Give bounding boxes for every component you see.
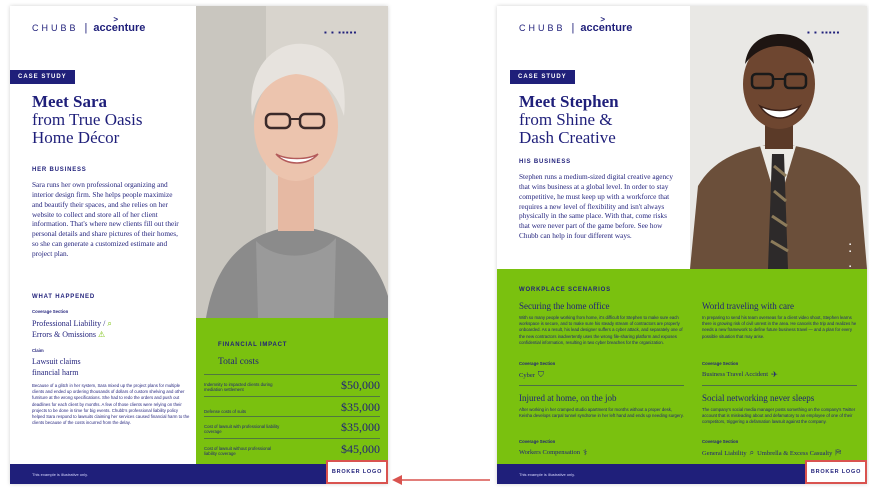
footer-note: This example is illustrative only. xyxy=(519,472,575,477)
claim-value: Lawsuit claims financial harm xyxy=(32,357,81,377)
his-business-text: Stephen runs a medium-sized digital crea… xyxy=(519,172,673,241)
coverage-section-label: Coverage Section xyxy=(32,309,69,314)
workplace-scenarios-label: WORKPLACE SCENARIOS xyxy=(519,287,611,293)
shield-icon: ⛉ xyxy=(537,370,544,379)
search-icon: ⌕ xyxy=(107,319,112,328)
sara-portrait-illustration xyxy=(196,6,388,318)
logo-separator: | xyxy=(571,22,575,34)
page-nav-dots: ▪ ▪ ▪▪▪▪▪ xyxy=(324,28,358,37)
scenario-body: The company's social media manager posts… xyxy=(702,407,856,425)
brand-logos: CHUBB | accenture > xyxy=(32,15,146,34)
her-business-text: Sara runs her own professional organizin… xyxy=(32,180,179,258)
scenario-coverage: Business Travel Accident ✈ xyxy=(702,370,778,379)
case-study-sara-page: CHUBB | accenture > CASE STUDY Meet Sara … xyxy=(10,6,388,484)
footer-note: This example is illustrative only. xyxy=(32,472,88,477)
page-nav-dots: ▪ ▪ ▪▪▪▪▪ xyxy=(807,28,841,37)
total-costs-heading: Total costs xyxy=(218,357,259,367)
story-text: Because of a glitch in her system, Sara … xyxy=(32,383,190,426)
scenario-title: Injured at home, on the job xyxy=(519,393,617,403)
stephen-photo xyxy=(690,6,867,269)
stephen-portrait-illustration xyxy=(690,6,867,269)
page-title: Meet Sara from True Oasis Home Décor xyxy=(32,92,143,147)
scenario-title: World traveling with care xyxy=(702,301,794,311)
scenario-body: After working in her cramped studio apar… xyxy=(519,407,684,419)
warning-icon: ⚠ xyxy=(98,329,106,339)
financial-impact-panel: FINANCIAL IMPACT Total costs Indemnity t… xyxy=(196,318,388,464)
coverage-value: Professional Liability / ⌕ Errors & Omis… xyxy=(32,319,112,339)
coverage-section-label: Coverage Section xyxy=(702,361,739,366)
coverage-section-label: Coverage Section xyxy=(519,439,556,444)
divider xyxy=(702,385,857,386)
coverage-section-label: Coverage Section xyxy=(519,361,556,366)
financial-row: Cost of lawsuit with professional liabil… xyxy=(204,416,380,435)
coverage-section-label: Coverage Section xyxy=(702,439,739,444)
case-study-badge: CASE STUDY xyxy=(10,70,75,84)
bookmark-icon: ⛿ xyxy=(835,448,842,457)
her-business-label: HER BUSINESS xyxy=(32,167,87,173)
scenario-coverage: Workers Compensation ⚕ xyxy=(519,448,588,457)
divider xyxy=(519,385,684,386)
search-icon: ⌕ xyxy=(749,448,755,457)
what-happened-label: WHAT HAPPENED xyxy=(32,294,95,300)
plane-icon: ✈ xyxy=(771,370,778,379)
financial-row: Defense costs of suits $35,000 xyxy=(204,396,380,415)
chubb-logo: CHUBB xyxy=(32,23,79,33)
accenture-logo: accenture > xyxy=(93,15,146,34)
broker-logo-placeholder: BROKER LOGO xyxy=(805,460,867,484)
workplace-scenarios-panel: WORKPLACE SCENARIOS Securing the home of… xyxy=(497,269,867,464)
chubb-logo: CHUBB xyxy=(519,23,566,33)
brand-logos: CHUBB | accenture > xyxy=(519,15,633,34)
case-study-badge: CASE STUDY xyxy=(510,70,575,84)
financial-row: Cost of lawsuit without professional lia… xyxy=(204,438,380,457)
scenario-body: In preparing to send his team overseas f… xyxy=(702,315,857,339)
his-business-label: HIS BUSINESS xyxy=(519,159,571,165)
case-study-stephen-page: CHUBB | accenture > CASE STUDY Meet Steph… xyxy=(497,6,867,484)
financial-impact-label: FINANCIAL IMPACT xyxy=(218,342,288,348)
scenario-coverage: Cyber ⛉ xyxy=(519,370,544,379)
scenario-coverage: General Liability ⌕ Umbrella & Excess Ca… xyxy=(702,448,842,457)
accenture-logo: accenture > xyxy=(580,15,633,34)
broker-logo-placeholder: BROKER LOGO xyxy=(326,460,388,484)
sara-photo xyxy=(196,6,388,318)
scenario-body: With so many people working from home, i… xyxy=(519,315,683,345)
logo-separator: | xyxy=(84,22,88,34)
page-title: Meet Stephen from Shine & Dash Creative xyxy=(519,92,619,147)
financial-row: Indemnity to impacted clients during med… xyxy=(204,374,380,393)
scenario-title: Securing the home office xyxy=(519,301,610,311)
claim-label: Claim xyxy=(32,348,44,353)
scenario-title: Social networking never sleeps xyxy=(702,393,815,403)
arrow-left-icon xyxy=(392,475,490,485)
medical-icon: ⚕ xyxy=(583,448,588,457)
